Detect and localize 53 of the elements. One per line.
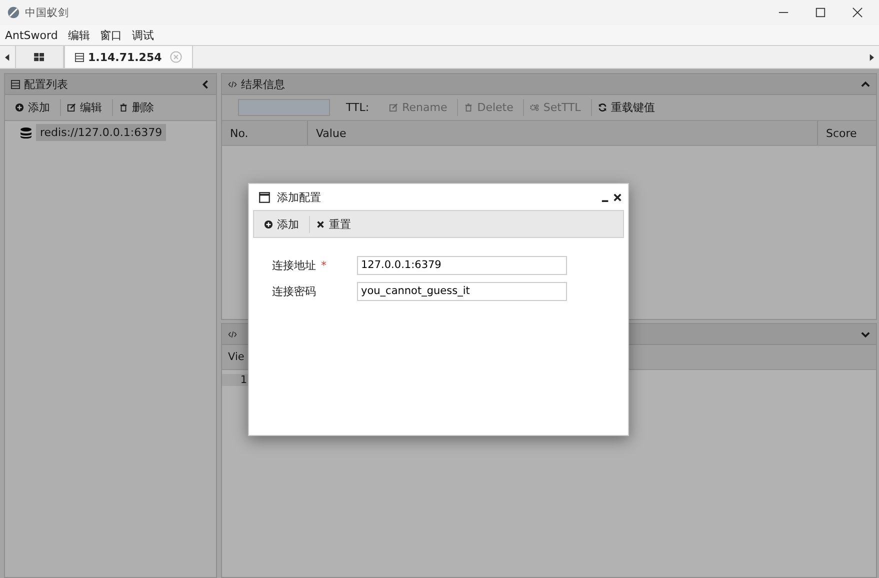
collapse-icon[interactable]	[861, 80, 870, 88]
gears-icon	[530, 103, 540, 112]
menu-item[interactable]: AntSword	[5, 28, 58, 42]
grid-icon	[34, 52, 45, 62]
window-title: 中国蚁剑	[25, 6, 69, 20]
toolbar-button[interactable]: 重置	[310, 216, 361, 232]
menu-item[interactable]: 窗口	[100, 28, 122, 42]
server-icon	[75, 52, 84, 62]
window-icon	[259, 192, 270, 202]
scroll-left-icon[interactable]	[5, 54, 10, 60]
column-header[interactable]: No.	[222, 121, 308, 145]
plus-circle-icon	[264, 220, 273, 228]
search-field[interactable]	[238, 99, 330, 116]
close-icon[interactable]	[852, 7, 863, 18]
input-field[interactable]: you_cannot_guess_it	[357, 282, 567, 300]
field-label: 连接地址	[272, 258, 316, 272]
app-logo-icon	[7, 6, 20, 19]
menu-item[interactable]: 调试	[132, 28, 154, 42]
toolbar-button[interactable]: 删除	[113, 99, 164, 116]
database-icon	[20, 126, 32, 138]
trash-icon	[464, 103, 474, 112]
expand-icon[interactable]	[861, 330, 870, 338]
field-label: 连接密码	[272, 284, 316, 298]
close-icon[interactable]	[613, 192, 622, 202]
code-icon	[228, 80, 237, 88]
input-field[interactable]: 127.0.0.1:6379	[357, 256, 567, 274]
menu-item[interactable]: 编辑	[68, 28, 90, 42]
required-mark: *	[321, 258, 326, 272]
dialog-title: 添加配置	[277, 190, 321, 204]
column-header[interactable]: Score	[818, 121, 876, 145]
tab[interactable]: 1.14.71.254	[64, 46, 193, 68]
column-header[interactable]: Value	[308, 121, 818, 145]
tab[interactable]	[15, 46, 64, 68]
toolbar-button[interactable]: 编辑	[61, 99, 113, 116]
close-icon	[316, 220, 325, 228]
connection-item[interactable]: redis://127.0.0.1:6379	[36, 124, 166, 141]
list-icon	[11, 80, 20, 88]
collapse-icon[interactable]	[201, 80, 210, 88]
refresh-icon	[598, 103, 607, 112]
toolbar-button[interactable]: 添加	[258, 216, 310, 232]
maximize-icon[interactable]	[815, 7, 826, 18]
trash-icon	[119, 103, 128, 112]
toolbar-button[interactable]: 添加	[9, 99, 61, 116]
edit-icon	[389, 103, 398, 112]
panel-title: 配置列表	[24, 76, 68, 92]
edit-icon	[67, 103, 76, 112]
ttl-label: TTL:	[346, 101, 370, 114]
plus-circle-icon	[15, 103, 24, 112]
scroll-right-icon[interactable]	[869, 54, 874, 60]
view-tab[interactable]: Vie	[222, 351, 250, 363]
code-icon	[228, 330, 237, 338]
toolbar-button[interactable]: 重载键值	[592, 99, 665, 116]
panel-title: 结果信息	[241, 76, 285, 92]
